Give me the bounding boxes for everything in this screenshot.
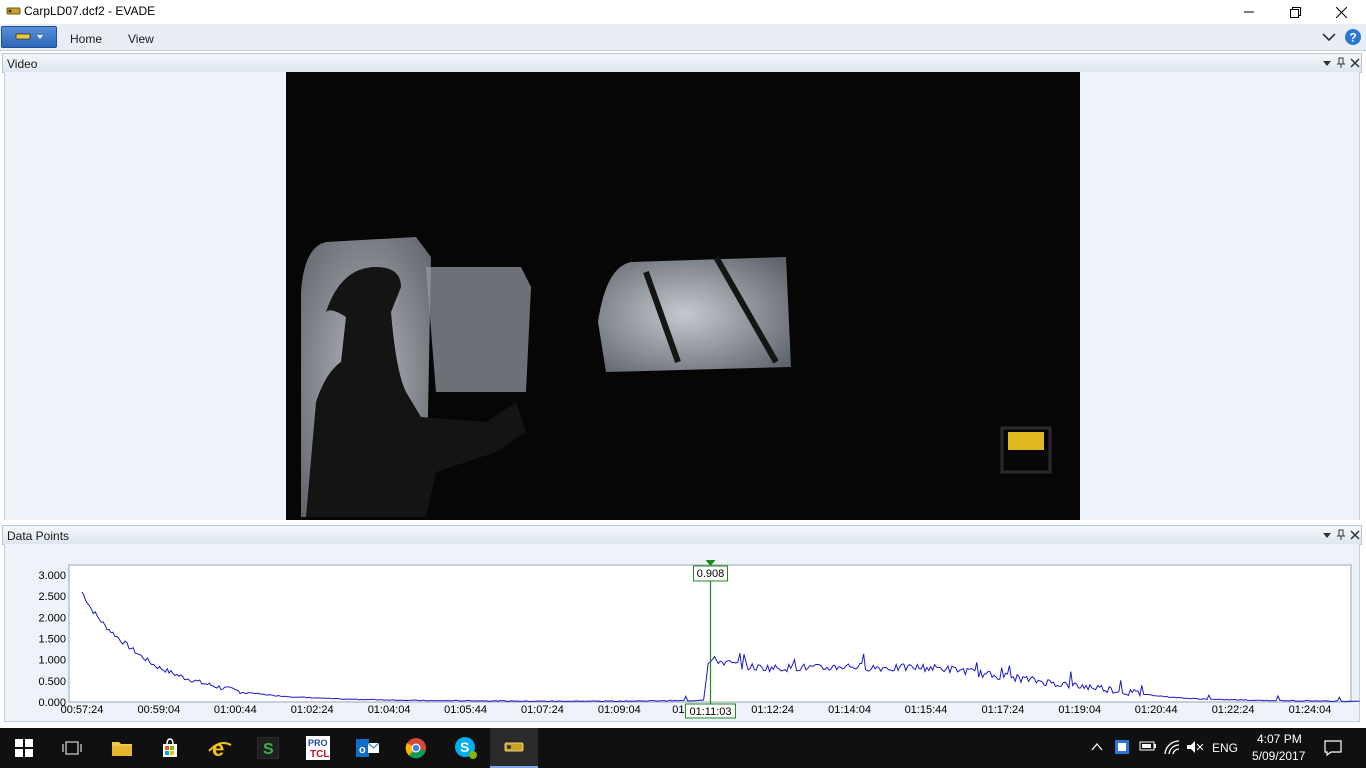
x-tick-label: 01:19:04 — [1058, 704, 1101, 716]
skype-icon: S — [455, 737, 477, 759]
internet-explorer-icon: e — [208, 737, 232, 759]
tab-view[interactable]: View — [128, 32, 154, 46]
tab-home[interactable]: Home — [70, 32, 102, 46]
y-tick-label: 1.000 — [38, 655, 66, 667]
close-button[interactable] — [1318, 0, 1364, 24]
folder-icon — [112, 742, 132, 756]
task-view-icon — [62, 741, 82, 755]
x-tick-label: 01:20:44 — [1135, 704, 1178, 716]
cursor-time-label: 01:11:03 — [689, 706, 731, 718]
video-panel-title: Video — [7, 57, 38, 71]
minimize-icon — [1244, 11, 1254, 13]
panel-dropdown-icon[interactable] — [1321, 57, 1333, 69]
ribbon-bar: Home View ? — [0, 24, 1366, 51]
chrome-button[interactable] — [392, 728, 440, 768]
app-s-button[interactable]: S — [244, 728, 292, 768]
video-panel-header: Video — [2, 53, 1362, 73]
pin-icon[interactable] — [1335, 529, 1347, 541]
pro-app-icon: PROTCL — [306, 736, 330, 760]
x-tick-label: 01:09:04 — [598, 704, 641, 716]
x-tick-label: 01:14:04 — [828, 704, 871, 716]
y-tick-label: 0.500 — [38, 676, 66, 688]
outlook-button[interactable]: o — [344, 728, 392, 768]
pin-icon[interactable] — [1335, 57, 1347, 69]
data-points-panel-title: Data Points — [7, 529, 70, 543]
x-tick-label: 01:22:24 — [1212, 704, 1255, 716]
volume-muted-icon[interactable] — [1186, 740, 1204, 754]
restore-icon — [1289, 6, 1301, 18]
title-bar: CarpLD07.dcf2 - EVADE — [0, 0, 1366, 24]
x-tick-label: 01:05:44 — [444, 704, 487, 716]
store-bag-icon — [163, 738, 177, 757]
show-hidden-icons-icon[interactable] — [1091, 742, 1103, 752]
x-tick-label: 01:00:44 — [214, 704, 257, 716]
file-explorer-button[interactable] — [98, 728, 146, 768]
svg-text:TCL: TCL — [310, 749, 329, 760]
x-tick-label: 01:17:24 — [981, 704, 1024, 716]
security-tray-icon[interactable] — [1114, 739, 1130, 755]
outlook-icon: o — [356, 739, 380, 757]
green-s-app-icon: S — [257, 737, 279, 759]
app-menu-icon — [15, 33, 43, 40]
language-indicator[interactable]: ENG — [1212, 741, 1238, 755]
close-panel-icon[interactable] — [1349, 57, 1361, 69]
application-menu-button[interactable] — [1, 26, 57, 48]
svg-text:o: o — [359, 744, 366, 756]
svg-text:e: e — [212, 737, 224, 759]
y-tick-label: 3.000 — [38, 570, 66, 582]
close-panel-icon[interactable] — [1349, 529, 1361, 541]
x-tick-label: 01:12:24 — [751, 704, 794, 716]
x-tick-label: 01:04:04 — [368, 704, 411, 716]
collapse-ribbon-icon[interactable] — [1322, 32, 1336, 42]
restore-button[interactable] — [1272, 0, 1318, 24]
windows-logo-icon — [15, 739, 33, 757]
clock-time[interactable]: 4:07 PM — [1257, 732, 1302, 746]
x-tick-label: 00:59:04 — [137, 704, 180, 716]
chrome-icon — [405, 738, 426, 759]
taskbar: e S PRO TCL o S ENG 4:07 PM 5/09/2017 — [0, 728, 1366, 768]
svg-text:S: S — [460, 739, 469, 755]
x-tick-label: 01:15:44 — [905, 704, 948, 716]
video-frame[interactable] — [286, 72, 1080, 520]
x-tick-label: 01:07:24 — [521, 704, 564, 716]
svg-text:S: S — [263, 741, 274, 758]
x-tick-label: 00:57:24 — [61, 704, 104, 716]
projectlibre-button[interactable]: PRO TCL — [294, 728, 342, 768]
data-points-chart[interactable]: 0.0000.5001.0001.5002.0002.5003.000 00:5… — [0, 544, 1366, 722]
wifi-icon[interactable] — [1163, 739, 1181, 755]
action-center-icon[interactable] — [1324, 740, 1342, 756]
start-button[interactable] — [0, 728, 48, 768]
x-tick-label: 01:24:04 — [1289, 704, 1332, 716]
close-icon — [1335, 6, 1347, 18]
internet-explorer-button[interactable]: e — [196, 728, 244, 768]
x-tick-label: 01:02:24 — [291, 704, 334, 716]
evade-app-icon — [6, 7, 21, 15]
store-button[interactable] — [146, 728, 194, 768]
task-view-button[interactable] — [48, 728, 96, 768]
x-tick-label-partial: 01 — [672, 704, 684, 716]
video-still-image — [286, 72, 1080, 520]
help-icon[interactable]: ? — [1344, 28, 1362, 46]
svg-text:?: ? — [1349, 31, 1356, 45]
evade-taskbar-button[interactable] — [490, 728, 538, 768]
evade-app-icon — [504, 742, 524, 752]
minimize-button[interactable] — [1226, 0, 1272, 24]
y-tick-label: 2.500 — [38, 591, 66, 603]
y-tick-label: 1.500 — [38, 634, 66, 646]
svg-text:PRO: PRO — [308, 738, 328, 748]
clock-date[interactable]: 5/09/2017 — [1252, 749, 1305, 763]
battery-icon[interactable] — [1139, 740, 1157, 752]
cursor-value-label: 0.908 — [697, 568, 725, 580]
skype-button[interactable]: S — [442, 728, 490, 768]
panel-dropdown-icon[interactable] — [1321, 529, 1333, 541]
y-tick-label: 2.000 — [38, 612, 66, 624]
window-title: CarpLD07.dcf2 - EVADE — [24, 4, 156, 18]
data-points-panel-header: Data Points — [2, 525, 1362, 545]
